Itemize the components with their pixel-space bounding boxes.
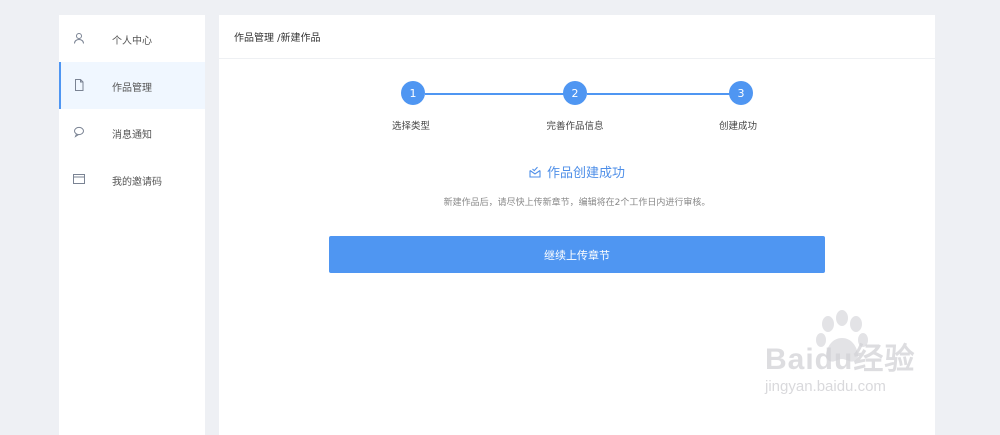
chat-icon (74, 126, 84, 138)
step-progress: 1 2 3 选择类型 完善作品信息 创建成功 (219, 81, 935, 141)
sidebar-item-label: 消息通知 (112, 130, 152, 141)
sidebar-item-label: 作品管理 (112, 83, 152, 94)
sidebar-item-profile[interactable]: 个人中心 (59, 15, 205, 62)
step-1-circle: 1 (401, 81, 425, 105)
sidebar-item-invite-code[interactable]: 我的邀请码 (59, 156, 205, 203)
success-heading: 作品创建成功 (219, 162, 935, 181)
sidebar-item-label: 个人中心 (112, 36, 152, 47)
sidebar: 个人中心 作品管理 消息通知 我的邀请码 (59, 15, 205, 435)
step-1-label: 选择类型 (391, 121, 431, 132)
success-description: 新建作品后，请尽快上传新章节，编辑将在2个工作日内进行审核。 (443, 198, 711, 208)
sidebar-item-works[interactable]: 作品管理 (59, 62, 205, 109)
continue-upload-button[interactable]: 继续上传章节 (329, 236, 825, 273)
success-title-text: 作品创建成功 (546, 166, 625, 181)
step-2-circle: 2 (563, 81, 587, 105)
document-icon (75, 79, 84, 91)
breadcrumb-text: 作品管理 /新建作品 (234, 33, 321, 44)
breadcrumb: 作品管理 /新建作品 (219, 15, 935, 59)
step-connector (425, 93, 575, 95)
card-icon (73, 174, 85, 184)
watermark-sub-text: jingyan.baidu.com (765, 378, 886, 395)
step-3-circle: 3 (729, 81, 753, 105)
sidebar-item-label: 我的邀请码 (112, 177, 162, 188)
sidebar-item-messages[interactable]: 消息通知 (59, 109, 205, 156)
watermark-main-text: Baidu经验 (765, 343, 916, 376)
step-3-label: 创建成功 (718, 121, 758, 132)
mail-check-icon (529, 166, 541, 178)
step-2-label: 完善作品信息 (546, 121, 604, 132)
user-icon (74, 33, 84, 44)
step-connector (587, 93, 733, 95)
baidu-jingyan-watermark: Baidu经验 jingyan.baidu.com (760, 310, 960, 410)
